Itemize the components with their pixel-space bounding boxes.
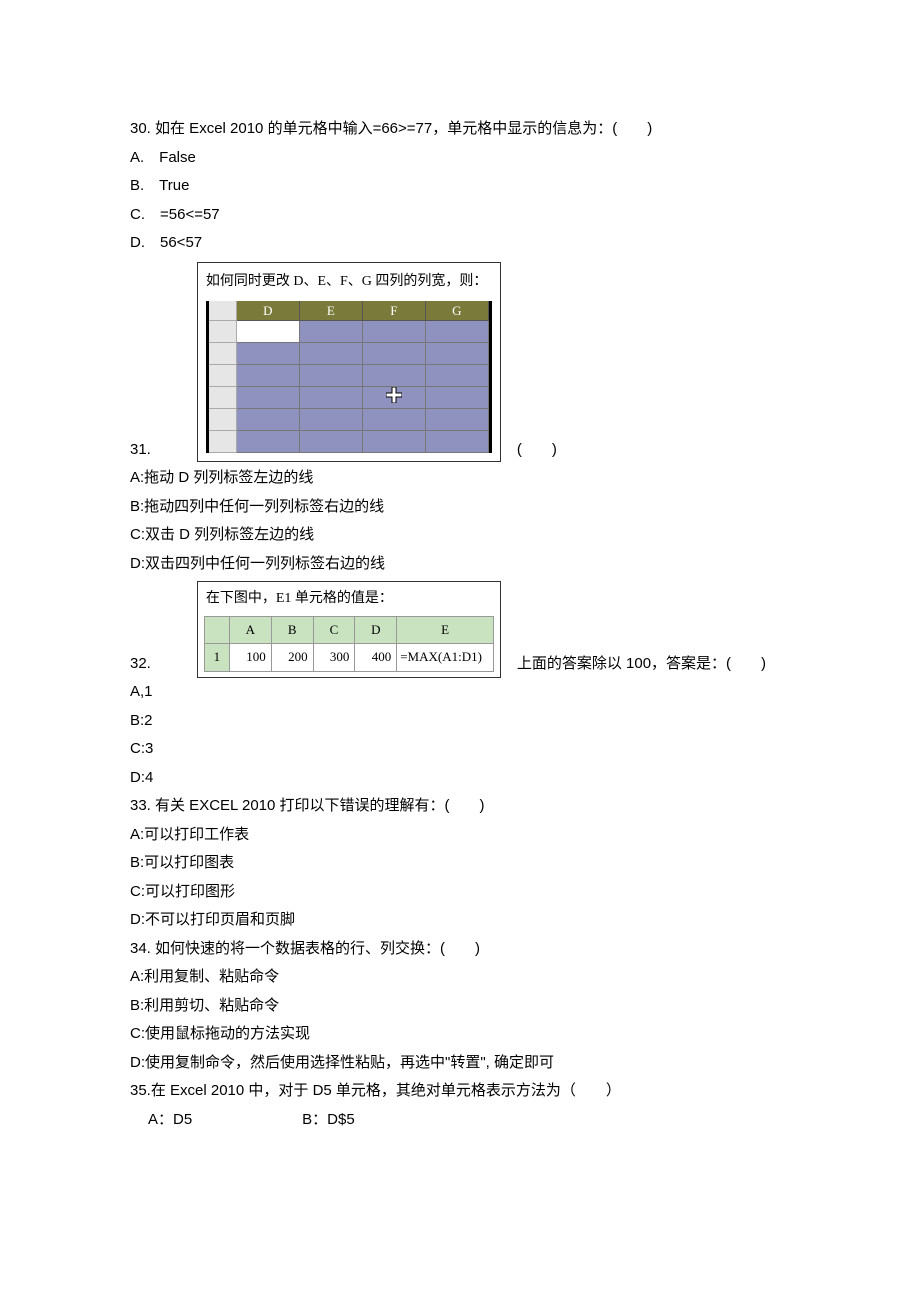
col-e: E bbox=[397, 616, 494, 644]
q35-option-a: A：D5 bbox=[148, 1106, 298, 1135]
col-c: C bbox=[313, 616, 355, 644]
cross-cursor-icon bbox=[386, 387, 402, 403]
q32-tail: 上面的答案除以 100，答案是：( ) bbox=[517, 650, 766, 679]
col-header-g: G bbox=[426, 301, 489, 321]
cell-d1: 400 bbox=[355, 644, 397, 672]
q30-option-c: C. =56<=57 bbox=[130, 201, 790, 230]
figure-max-formula: 在下图中，E1 单元格的值是： A B C D E 1 100 200 300 … bbox=[197, 581, 501, 678]
q35-stem: 35.在 Excel 2010 中，对于 D5 单元格，其绝对单元格表示方法为（… bbox=[130, 1077, 790, 1106]
q30-stem: 30. 如在 Excel 2010 的单元格中输入=66>=77，单元格中显示的… bbox=[130, 115, 790, 144]
q32-option-c: C:3 bbox=[130, 735, 790, 764]
q33-option-b: B:可以打印图表 bbox=[130, 849, 790, 878]
q31-row: 31. 如何同时更改 D、E、F、G 四列的列宽，则： D E F G bbox=[130, 258, 790, 465]
row-header bbox=[209, 321, 237, 343]
data-cell bbox=[363, 321, 426, 343]
q33-option-c: C:可以打印图形 bbox=[130, 878, 790, 907]
q31-option-d: D:双击四列中任何一列列标签右边的线 bbox=[130, 550, 790, 579]
data-cell bbox=[426, 321, 489, 343]
q31-option-c: C:双击 D 列列标签左边的线 bbox=[130, 521, 790, 550]
q31-number: 31. bbox=[130, 436, 151, 465]
q31-bracket: ( ) bbox=[517, 436, 557, 465]
data-cell-active bbox=[237, 321, 300, 343]
q30-option-a: A. False bbox=[130, 144, 790, 173]
q32-option-b: B:2 bbox=[130, 707, 790, 736]
cell-a1: 100 bbox=[229, 644, 271, 672]
col-header-f: F bbox=[363, 301, 426, 321]
q32-option-a: A,1 bbox=[130, 678, 790, 707]
figure2-caption: 在下图中，E1 单元格的值是： bbox=[204, 586, 494, 613]
figure-column-width: 如何同时更改 D、E、F、G 四列的列宽，则： D E F G bbox=[197, 262, 501, 463]
q34-option-d: D:使用复制命令，然后使用选择性粘贴，再选中"转置", 确定即可 bbox=[130, 1049, 790, 1078]
q33-option-a: A:可以打印工作表 bbox=[130, 821, 790, 850]
q31-option-a: A:拖动 D 列列标签左边的线 bbox=[130, 464, 790, 493]
q35-option-b: B：D$5 bbox=[302, 1111, 355, 1128]
col-a: A bbox=[229, 616, 271, 644]
spreadsheet-selection: D E F G bbox=[206, 301, 492, 453]
q32-option-d: D:4 bbox=[130, 764, 790, 793]
q33-option-d: D:不可以打印页眉和页脚 bbox=[130, 906, 790, 935]
cell-b1: 200 bbox=[271, 644, 313, 672]
table-corner bbox=[204, 616, 229, 644]
q34-option-b: B:利用剪切、粘贴命令 bbox=[130, 992, 790, 1021]
cell-c1: 300 bbox=[313, 644, 355, 672]
q34-stem: 34. 如何快速的将一个数据表格的行、列交换：( ) bbox=[130, 935, 790, 964]
cell-e1: =MAX(A1:D1) bbox=[397, 644, 494, 672]
q32-row: 32. 在下图中，E1 单元格的值是： A B C D E 1 100 200 … bbox=[130, 578, 790, 678]
col-d: D bbox=[355, 616, 397, 644]
data-cell bbox=[300, 321, 363, 343]
q30-option-d: D. 56<57 bbox=[130, 229, 790, 258]
q34-option-c: C:使用鼠标拖动的方法实现 bbox=[130, 1020, 790, 1049]
col-header-e: E bbox=[300, 301, 363, 321]
corner-cell bbox=[209, 301, 237, 321]
col-b: B bbox=[271, 616, 313, 644]
q30-option-b: B. True bbox=[130, 172, 790, 201]
spreadsheet-table: A B C D E 1 100 200 300 400 =MAX(A1:D1) bbox=[204, 616, 494, 672]
q32-number: 32. bbox=[130, 650, 151, 679]
q33-stem: 33. 有关 EXCEL 2010 打印以下错误的理解有：( ) bbox=[130, 792, 790, 821]
row-1: 1 bbox=[204, 644, 229, 672]
q31-option-b: B:拖动四列中任何一列列标签右边的线 bbox=[130, 493, 790, 522]
q34-option-a: A:利用复制、粘贴命令 bbox=[130, 963, 790, 992]
figure1-caption: 如何同时更改 D、E、F、G 四列的列宽，则： bbox=[206, 269, 492, 296]
q35-options: A：D5 B：D$5 bbox=[130, 1106, 790, 1135]
col-header-d: D bbox=[237, 301, 300, 321]
